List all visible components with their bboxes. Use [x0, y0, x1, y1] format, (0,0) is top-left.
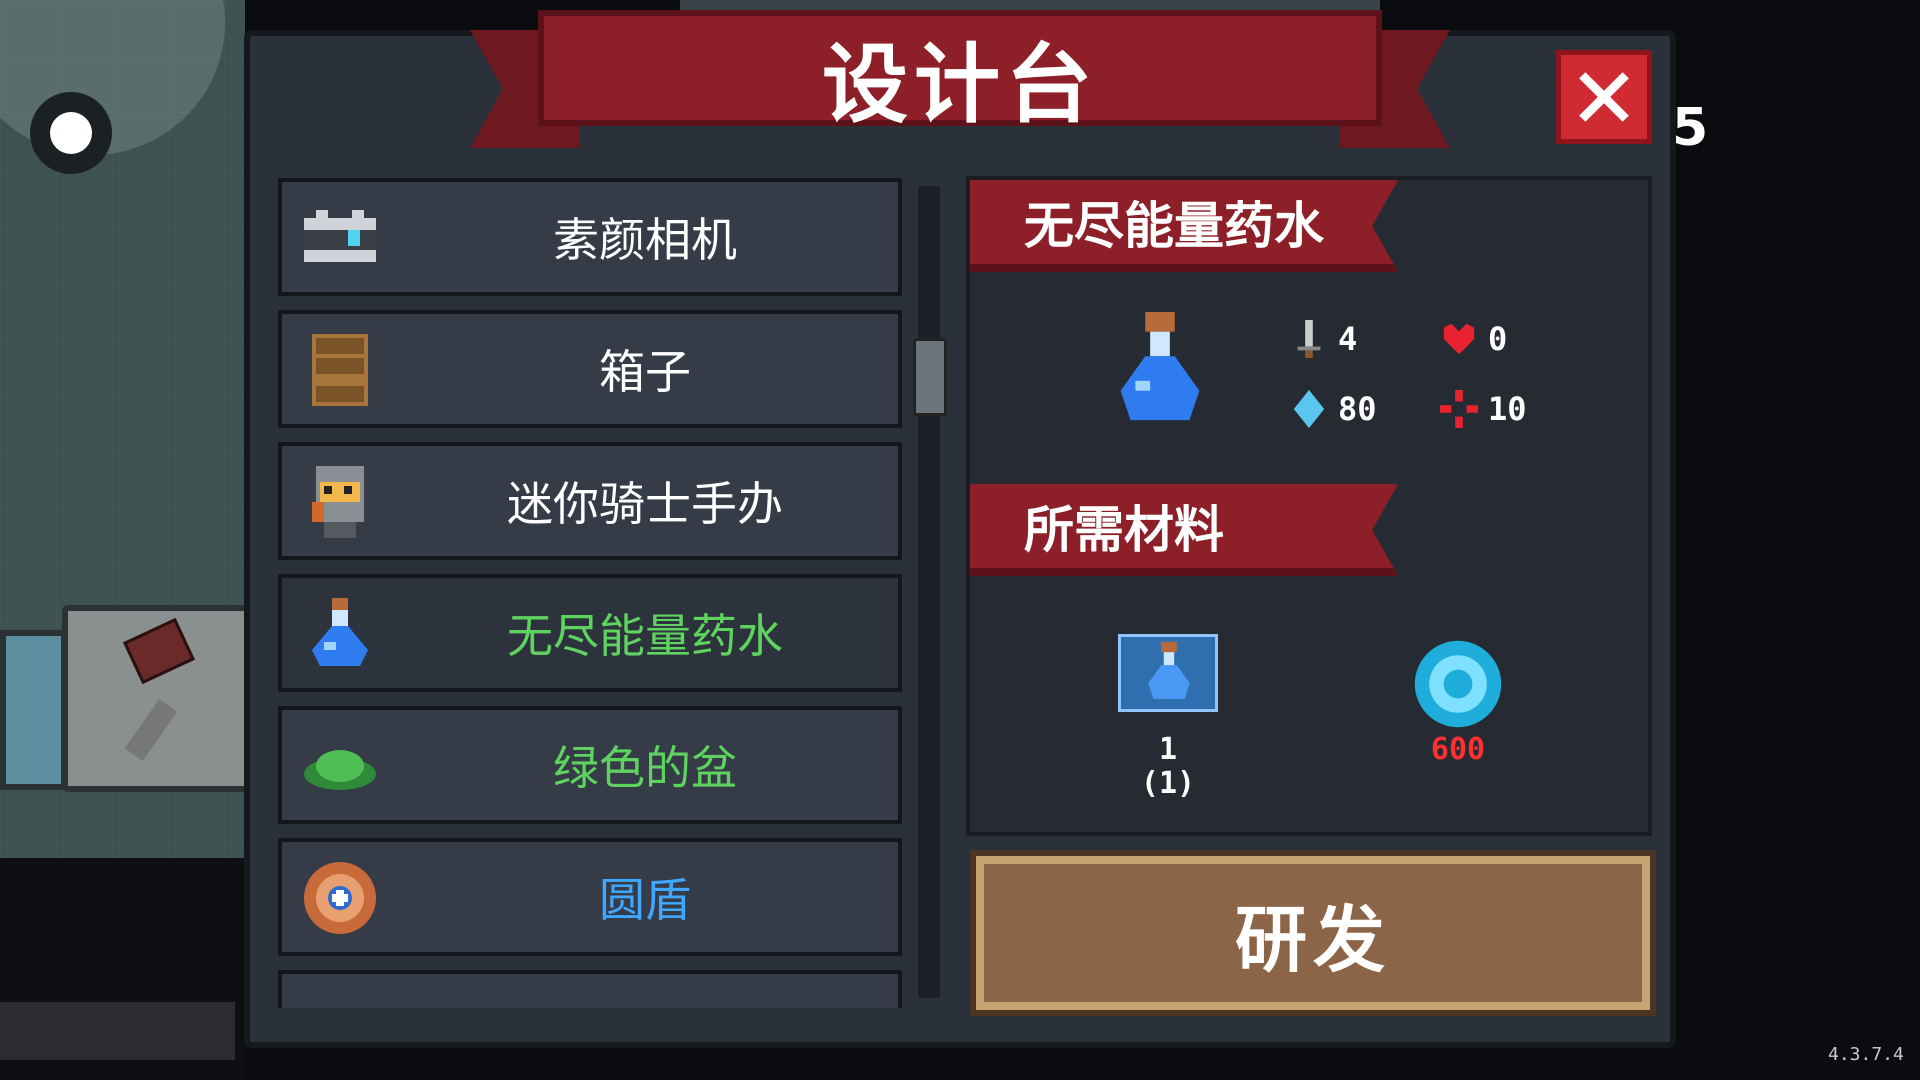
list-item-knight-figure[interactable]: 迷你骑士手办 — [278, 442, 902, 560]
top-strip — [680, 0, 1380, 10]
material-owned-count: (1) — [1140, 766, 1196, 801]
crosshair-icon — [1440, 390, 1478, 428]
potion-blueprint-icon — [1148, 641, 1190, 699]
item-name-tag: 无尽能量药水 — [970, 180, 1398, 272]
material-required-count: 1 — [1158, 732, 1178, 767]
heart-icon — [1443, 323, 1475, 355]
item-name: 无尽能量药水 — [1024, 197, 1324, 255]
close-icon — [1579, 72, 1629, 122]
item-label: 绿色的盆 — [553, 741, 737, 795]
research-button[interactable]: 研发 — [970, 850, 1656, 1016]
materials-tag: 所需材料 — [970, 484, 1398, 576]
side-number: 5 — [1672, 98, 1709, 158]
item-label: 箱子 — [599, 345, 691, 399]
item-label: 无尽能量药水 — [507, 609, 783, 663]
item-list[interactable]: 素颜相机 箱子 迷你骑士手办 无尽能量药水 绿色的盆 圆盾 — [266, 176, 946, 1008]
item-label: 圆盾 — [599, 873, 691, 927]
version-label: 4.3.7.4 — [1828, 1044, 1904, 1065]
material-blueprint — [1118, 634, 1218, 712]
camera-icon — [304, 210, 376, 262]
materials-title: 所需材料 — [1024, 501, 1224, 559]
page-title: 设计台 — [822, 35, 1098, 135]
gem-cost: 600 — [1430, 732, 1486, 767]
list-scrollbar[interactable] — [918, 186, 940, 998]
item-label: 素颜相机 — [553, 213, 737, 267]
sword-icon — [1297, 320, 1321, 358]
potion-icon — [312, 598, 368, 666]
potion-preview-icon — [1120, 312, 1200, 421]
stat-attack: 4 — [1290, 320, 1357, 358]
gem-coin-icon — [1414, 640, 1502, 728]
stat-health: 0 — [1440, 320, 1507, 358]
list-item-green-pot[interactable]: 绿色的盆 — [278, 706, 902, 824]
list-item-round-shield[interactable]: 圆盾 — [278, 838, 902, 956]
list-item-partial[interactable] — [278, 970, 902, 1008]
background-bar — [0, 1002, 235, 1060]
list-item-crate[interactable]: 箱子 — [278, 310, 902, 428]
knight-figure-icon — [312, 466, 364, 538]
green-pot-icon — [304, 750, 376, 790]
round-shield-icon — [304, 862, 376, 934]
stat-energy: 80 — [1290, 390, 1377, 428]
list-item-camera[interactable]: 素颜相机 — [278, 178, 902, 296]
list-item-potion[interactable]: 无尽能量药水 — [278, 574, 902, 692]
crate-icon — [312, 334, 368, 406]
item-label: 迷你骑士手办 — [507, 477, 783, 531]
skill-button[interactable] — [30, 92, 112, 174]
scrollbar-thumb[interactable] — [913, 338, 947, 416]
close-button[interactable] — [1556, 50, 1652, 144]
stat-crit: 10 — [1440, 390, 1527, 428]
monitor-prop — [0, 630, 67, 790]
energy-crystal-icon — [1293, 390, 1325, 428]
